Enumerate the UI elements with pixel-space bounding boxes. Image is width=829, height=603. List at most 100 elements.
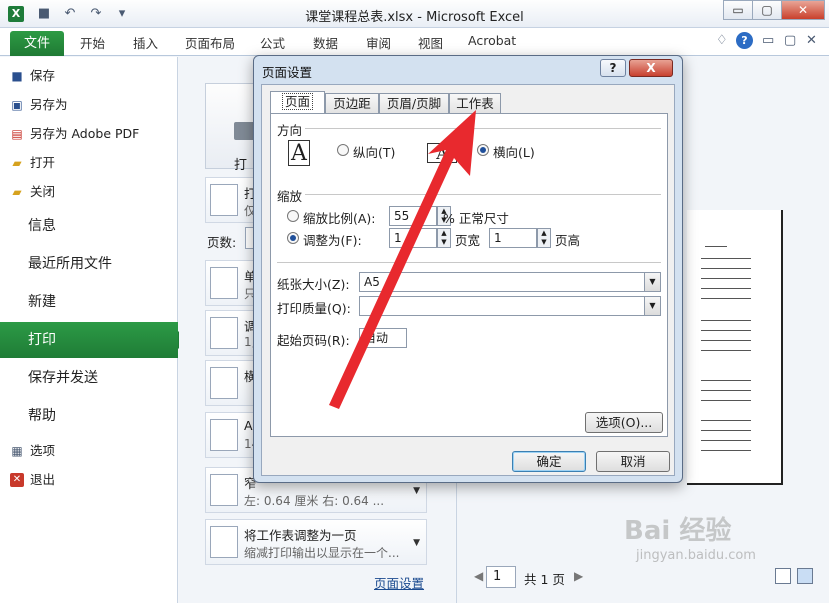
pages-tall-label: 页高	[555, 233, 581, 248]
pdf-icon: ▤	[11, 127, 23, 141]
portrait-icon: A	[288, 140, 310, 166]
print-quality-select[interactable]: ▼	[359, 296, 661, 316]
title-bar: X ■ ↶ ↷ ▾ 课堂课程总表.xlsx - Microsoft Excel …	[0, 0, 829, 28]
minimize-button[interactable]: ▭	[723, 0, 753, 20]
previous-page-icon[interactable]: ◀	[474, 569, 483, 583]
tab-file[interactable]: 文件	[10, 31, 64, 56]
tab-view[interactable]: 视图	[418, 33, 443, 52]
paper-icon	[210, 419, 238, 451]
sidebar-item-save-send[interactable]: 保存并发送	[0, 360, 178, 396]
dialog-body: 页面 页边距 页眉/页脚 工作表 方向 A 纵向(T) A 横向(L) 缩放 缩…	[261, 84, 675, 476]
exit-icon: ✕	[10, 473, 24, 487]
dialog-title: 页面设置	[262, 65, 313, 80]
tab-sheet[interactable]: 工作表	[449, 93, 501, 113]
tab-review[interactable]: 审阅	[366, 33, 391, 52]
scaling-selector[interactable]: 将工作表调整为一页 缩减打印输出以显示在一个... ▼	[205, 519, 427, 565]
restore-button[interactable]: ▢	[752, 0, 782, 20]
tab-formulas[interactable]: 公式	[260, 33, 285, 52]
save-as-icon: ▣	[11, 98, 23, 112]
chevron-down-icon: ▼	[644, 273, 660, 291]
ribbon-tabs: 文件 开始 插入 页面布局 公式 数据 审阅 视图 Acrobat ♢ ? ▭ …	[0, 28, 829, 56]
options-button[interactable]: 选项(O)...	[585, 412, 663, 433]
tab-page[interactable]: 页面	[270, 91, 325, 114]
scale-unit-label: % 正常尺寸	[443, 211, 509, 226]
cancel-button[interactable]: 取消	[596, 451, 670, 472]
sidebar-item-recent[interactable]: 最近所用文件	[0, 246, 178, 282]
tab-acrobat[interactable]: Acrobat	[468, 33, 516, 48]
page-tab-panel: 方向 A 纵向(T) A 横向(L) 缩放 缩放比例(A): 55 ▲ ▼ % 正…	[270, 113, 668, 437]
orientation-section-label: 方向	[277, 123, 303, 138]
save-icon: ■	[11, 69, 23, 83]
scale-percent-input[interactable]: 55	[389, 206, 437, 226]
backstage-sidebar: ■ 保存 ▣ 另存为 ▤ 另存为 Adobe PDF ▰ 打开 ▰ 关闭 信息 最近所用文…	[0, 57, 187, 603]
ribbon-collapse-icon[interactable]: ♢	[716, 33, 728, 48]
sidebar-item-options[interactable]: ▦ 选项	[0, 439, 178, 463]
sidebar-item-save-as[interactable]: ▣ 另存为	[0, 93, 178, 117]
preview-page	[687, 210, 783, 485]
fit-to-radio[interactable]	[287, 232, 299, 244]
scaling-section-label: 缩放	[277, 189, 303, 204]
next-page-icon[interactable]: ▶	[574, 569, 583, 583]
show-margins-icon[interactable]	[775, 568, 791, 584]
preview-navigation: ◀ 1 共 1 页 ▶	[456, 563, 829, 591]
sheet-icon	[210, 184, 238, 216]
window-controls: ▭ ▢ ✕	[723, 0, 825, 20]
sidebar-item-open[interactable]: ▰ 打开	[0, 151, 178, 175]
dialog-close-button[interactable]: X	[629, 59, 673, 77]
sidebar-item-save-as-pdf[interactable]: ▤ 另存为 Adobe PDF	[0, 122, 178, 146]
page-setup-link[interactable]: 页面设置	[374, 573, 424, 592]
ok-button[interactable]: 确定	[512, 451, 586, 472]
close-window-button[interactable]: ✕	[781, 0, 825, 20]
tab-home[interactable]: 开始	[80, 33, 105, 52]
fit-pages-wide-input[interactable]: 1	[389, 228, 437, 248]
adjust-to-label: 缩放比例(A):	[303, 211, 376, 226]
landscape-label: 横向(L)	[493, 145, 535, 160]
portrait-radio[interactable]	[337, 144, 349, 156]
chevron-down-icon: ▼	[413, 538, 420, 548]
sidebar-item-info[interactable]: 信息	[0, 208, 178, 244]
tab-insert[interactable]: 插入	[133, 33, 158, 52]
baidu-watermark-url: jingyan.baidu.com	[636, 548, 756, 563]
chevron-down-icon: ▼	[413, 486, 420, 496]
tab-header-footer[interactable]: 页眉/页脚	[379, 93, 449, 113]
help-icon[interactable]: ?	[736, 32, 753, 49]
tab-data[interactable]: 数据	[313, 33, 338, 52]
fit-tall-spinner[interactable]: ▲ ▼	[537, 228, 551, 248]
fit-wide-spinner[interactable]: ▲ ▼	[437, 228, 451, 248]
landscape-icon	[210, 367, 238, 399]
baidu-watermark: Bai 经验	[624, 516, 732, 546]
print-quality-label: 打印质量(Q):	[277, 301, 351, 316]
chevron-down-icon: ▼	[644, 297, 660, 315]
sidebar-item-exit[interactable]: ✕ 退出	[0, 468, 178, 492]
sidebar-item-print[interactable]: 打印	[0, 322, 187, 358]
dialog-help-button[interactable]: ?	[600, 59, 626, 77]
paper-size-label: 纸张大小(Z):	[277, 277, 350, 292]
pages-wide-label: 页宽	[455, 233, 481, 248]
doc-close-icon[interactable]: ✕	[806, 33, 817, 48]
tab-margins[interactable]: 页边距	[325, 93, 379, 113]
fit-pages-tall-input[interactable]: 1	[489, 228, 537, 248]
doc-restore-icon[interactable]: ▢	[784, 33, 796, 48]
window-title: 课堂课程总表.xlsx - Microsoft Excel	[305, 10, 524, 25]
tab-page-layout[interactable]: 页面布局	[185, 33, 235, 52]
close-folder-icon: ▰	[12, 185, 22, 199]
pages-label: 页数:	[207, 235, 237, 250]
paper-size-select[interactable]: A5 ▼	[359, 272, 661, 292]
doc-minimize-icon[interactable]: ▭	[762, 33, 774, 48]
first-page-number-input[interactable]: 自动	[359, 328, 407, 348]
landscape-radio[interactable]	[477, 144, 489, 156]
print-button[interactable]: 打印	[205, 83, 256, 192]
fit-sheet-icon	[210, 526, 238, 558]
sidebar-item-help[interactable]: 帮助	[0, 398, 178, 434]
total-pages: 共 1 页	[524, 572, 565, 587]
fit-to-label: 调整为(F):	[303, 233, 362, 248]
adjust-to-radio[interactable]	[287, 210, 299, 222]
sidebar-item-close[interactable]: ▰ 关闭	[0, 180, 178, 204]
sidebar-item-new[interactable]: 新建	[0, 284, 178, 320]
current-page-input[interactable]: 1	[486, 566, 516, 588]
sidebar-item-save[interactable]: ■ 保存	[0, 64, 178, 88]
one-sided-icon	[210, 267, 238, 299]
page-setup-dialog: 页面设置 ? X 页面 页边距 页眉/页脚 工作表 方向 A 纵向(T) A 横…	[253, 55, 683, 483]
zoom-to-page-icon[interactable]	[797, 568, 813, 584]
open-folder-icon: ▰	[12, 156, 22, 170]
